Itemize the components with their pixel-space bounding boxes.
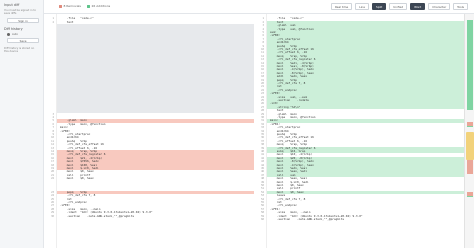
code-line: 22 movl $0, %eax [44,176,254,181]
line-number: 60 [261,218,264,221]
view-options: Real time Line Split Unified Word Character To… [330,3,468,10]
diff-toolbar: 8 Removals 26 Additions Real time Line Spl… [44,0,474,14]
sidebar: Input diff You must be signed in to save… [0,0,44,248]
view-option-character-button[interactable]: Character [428,3,451,10]
diff-history-heading: Diff history [4,26,23,31]
view-option-real-time-button[interactable]: Real time [330,3,353,10]
code-line: 2 text [44,19,254,24]
code-text: .section .note.GNU-stack,"",@progbits [270,217,345,221]
view-option-split-button[interactable]: Split [372,3,387,10]
line-number: 22 [51,177,54,181]
view-option-unified-button[interactable]: Unified [389,3,408,10]
code-line: 60 .section .note.GNU-stack,"",@progbits [254,217,464,221]
code-text: text [60,19,74,24]
history-note: Diff history is stored on this device [4,46,35,54]
changed-pane[interactable]: 1 .file "code.c" 2 text 3 .globl sum 4 .typ… [254,14,464,248]
auto-radio-label: Auto [12,32,19,36]
code-text: .section .note.GNU-stack,"",@progbits [60,213,135,218]
auto-radio[interactable]: Auto [7,32,39,36]
radio-dot-icon [7,32,10,36]
removals-stat: 8 Removals [59,4,81,8]
addition-marker-icon [86,4,90,8]
view-option-tools-button[interactable]: Tools [453,3,468,10]
diff-minimap[interactable] [464,14,474,248]
additions-stat: 26 Additions [86,4,111,8]
sidebar-title: Input diff [4,3,20,7]
signin-button[interactable]: Sign in [7,17,39,23]
code-line: 30 .section .note.GNU-stack,"",@progbits [44,213,254,218]
filler-block [57,24,254,113]
minimap-removed-mark [467,122,473,126]
removals-count: 8 Removals [63,4,81,8]
minimap-scroll-thumb[interactable] [466,132,474,160]
view-option-line-button[interactable]: Line [355,3,370,10]
additions-count: 26 Additions [91,4,111,8]
save-button[interactable]: Save [7,37,39,43]
view-option-word-button[interactable]: Word [410,3,426,10]
line-number: 2 [52,20,54,24]
code-text: movl $0, %eax [60,176,94,181]
removal-marker-icon [59,4,62,8]
diff-stats: 8 Removals 26 Additions [59,4,110,8]
original-pane[interactable]: 1 .file "code.c" 2 text 3 4 5 .globl main 6 .… [44,14,254,248]
minimap-removed-mark [467,192,473,196]
line-number: 30 [51,214,54,218]
minimap-added-mark [467,20,473,110]
signin-hint: You must be signed in to save diffs [4,9,36,16]
